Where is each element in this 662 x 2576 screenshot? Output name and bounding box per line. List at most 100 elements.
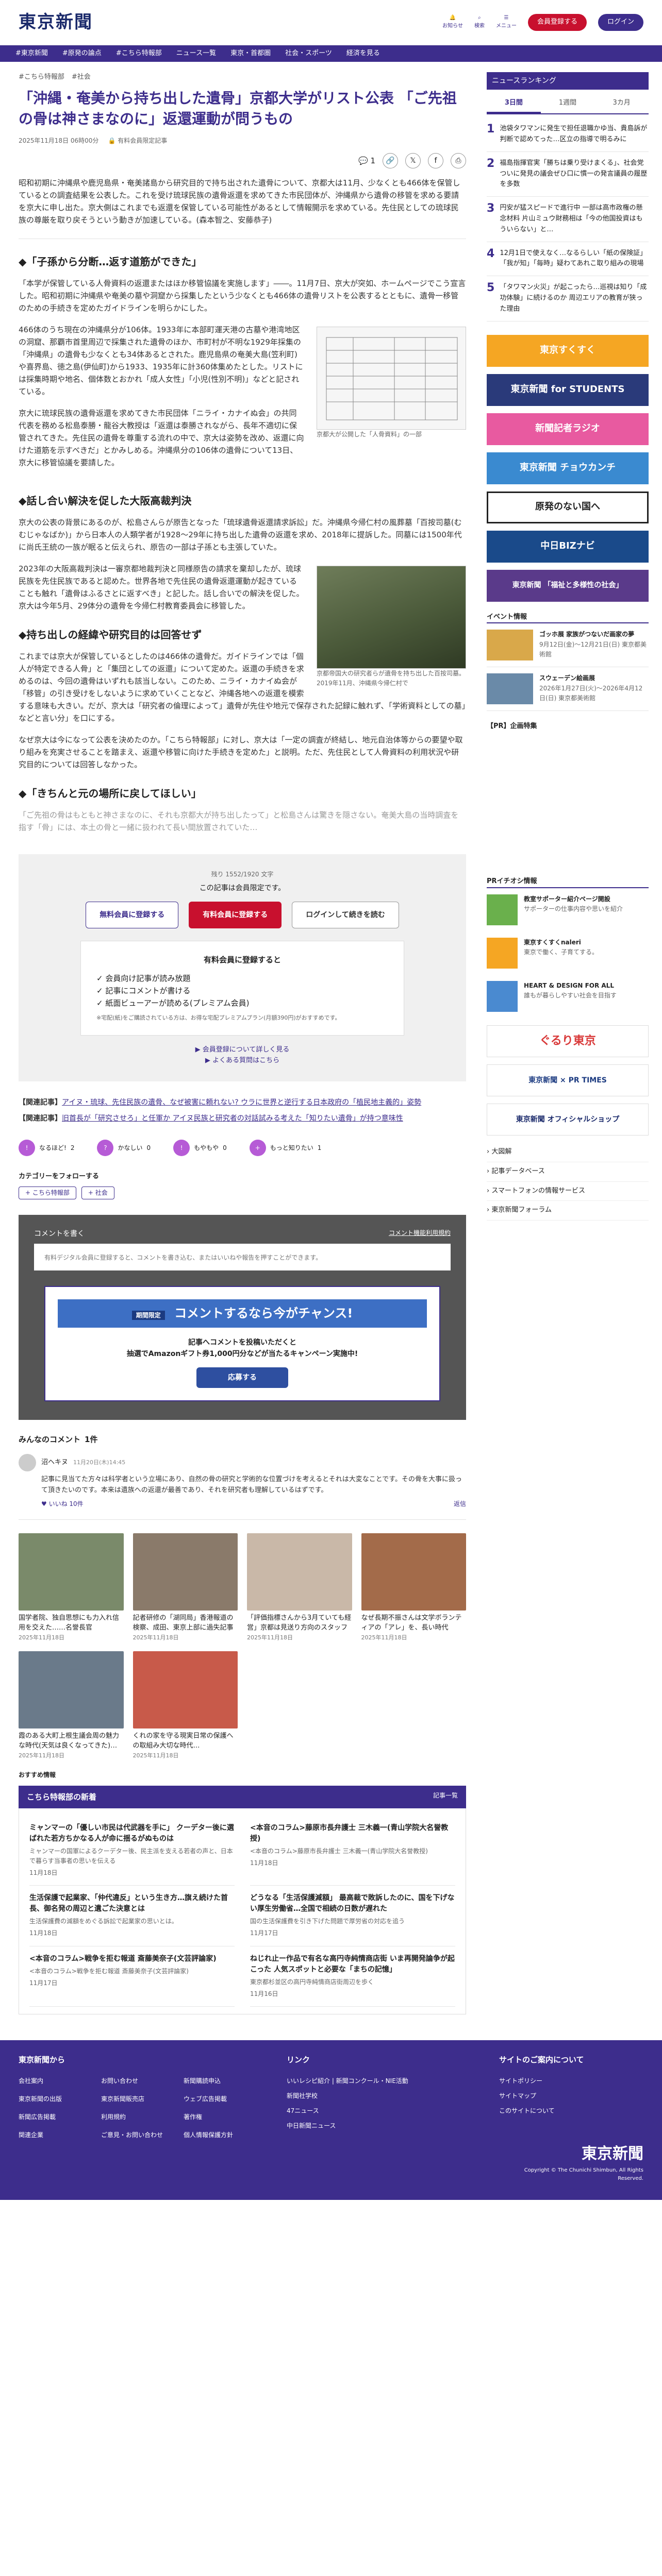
ranking-item[interactable]: 4 12月1日で使えなく…なるらしい「紙の保険証」「我が知」「毎時」疑わてあれこ取… [487, 242, 649, 277]
facebook-share-icon[interactable]: f [428, 153, 443, 169]
reply-button[interactable]: 返信 [454, 1499, 466, 1509]
notice-button[interactable]: 🔔 お知らせ [442, 14, 463, 30]
pr-item[interactable]: 東京すくすくnaleri 東京で働く、子育てする。 [487, 931, 649, 975]
login-continue-button[interactable]: ログインして続きを読む [292, 901, 399, 929]
series-item[interactable]: <本音のコラム>藤原市長弁護士 三木義一(青山学院大名誉教授) <本音のコラム>… [250, 1816, 455, 1886]
category-tag[interactable]: + 社会 [81, 1186, 114, 1200]
footer-link[interactable]: 新聞広告掲載 [19, 2112, 91, 2122]
tab-3days[interactable]: 3日間 [487, 95, 541, 114]
banner-genpatsu[interactable]: 原発のない国へ [487, 491, 649, 523]
banner-sukusuku[interactable]: 東京すくすく [487, 334, 649, 367]
search-button[interactable]: ⌕ 検索 [474, 14, 485, 30]
ranking-item[interactable]: 2 福島指揮官実「勝ちは乗り受けまくる」、社会党ついに発見の議会ぜひ口に慣一の発言… [487, 152, 649, 197]
tab-1week[interactable]: 1週間 [541, 95, 595, 113]
like-button[interactable]: ♥ いいね 10件 [41, 1499, 84, 1509]
banner-students[interactable]: 東京新聞 for STUDENTS [487, 374, 649, 406]
comment-count[interactable]: 💬 1 [358, 155, 375, 167]
pr-feature-link[interactable]: 【PR】企画特集 [487, 721, 649, 732]
nav-item[interactable]: #こちら特報部 [116, 48, 162, 59]
pr-item[interactable]: 教室サポーター紹介ページ開設 サポーターの仕事内容や思いを紹介 [487, 888, 649, 931]
banner-biznavi[interactable]: 中日BIZナビ [487, 530, 649, 563]
footer-link[interactable]: 関連企業 [19, 2130, 91, 2140]
news-card[interactable]: 「評価指標さんから3月ていても経営」京都は見送り方向のスタッフ 2025年11月… [247, 1533, 352, 1642]
event-item[interactable]: ゴッホ展 家族がつないだ画家の夢 9月12日(金)〜12月21日(日) 東京都美術… [487, 623, 649, 668]
footer-link[interactable]: このサイトについて [499, 2106, 643, 2116]
related-article[interactable]: 【関連記事】アイヌ・琉球、先住民族の遺骨、なぜ被害に頼れない? ウラに世界と逆行… [19, 1097, 466, 1108]
nav-item[interactable]: #原発の論点 [62, 48, 102, 59]
footer-link[interactable]: 新聞社学校 [287, 2091, 421, 2101]
footer-link[interactable]: 個人情報保護方針 [184, 2130, 256, 2140]
nav-item[interactable]: #東京新聞 [15, 48, 48, 59]
ranking-item[interactable]: 5 「タワマン火災」が起こったら…巡視は知り「成功体験」に続けるのか 周辺エリアの… [487, 276, 649, 321]
breadcrumb-tag[interactable]: #社会 [72, 72, 91, 83]
banner-fukushi[interactable]: 東京新聞 「福祉と多様性の社会」 [487, 569, 649, 602]
member-info-link[interactable]: ▶ 会員登録について詳しく見る [39, 1045, 445, 1056]
breadcrumb-tag[interactable]: #こちら特報部 [19, 72, 64, 83]
footer-link[interactable]: 新聞購読申込 [184, 2076, 256, 2086]
reaction-motto[interactable]: + もっと知りたい 1 [249, 1140, 321, 1157]
series-item[interactable]: ねじれ止ー作品で有名な高円寺純情商店街 いま再開発論争が起こった 人気スポットと… [250, 1946, 455, 2007]
nav-item[interactable]: 社会・スポーツ [285, 48, 332, 59]
side-link[interactable]: › 記事データベース [487, 1162, 649, 1182]
footer-link[interactable]: 中日新聞ニュース [287, 2121, 421, 2131]
article-figure[interactable]: 京都大が公開した「人骨資料」の一部 [317, 327, 466, 439]
reaction-naruhodo[interactable]: ! なるほど! 2 [19, 1140, 74, 1157]
comment-input[interactable]: 有料デジタル会員に登録すると、コメントを書き込む、またはいいねや報告を押すことが… [34, 1244, 451, 1271]
paid-register-button[interactable]: 有料会員に登録する [189, 901, 282, 929]
ranking-item[interactable]: 3 円安が猛スピードで進行中 一部は高市政権の懸念材料 片山ミュウ財務相は「今の他… [487, 197, 649, 242]
site-logo[interactable]: 東京新聞 [19, 8, 93, 36]
footer-link[interactable]: いいレシピ紹介 | 新聞コンクール・NIE活動 [287, 2076, 421, 2086]
footer-link[interactable]: 利用規約 [101, 2112, 173, 2122]
tab-3months[interactable]: 3カ月 [594, 95, 649, 113]
series-more-link[interactable]: 記事一覧 [433, 1791, 458, 1803]
footer-link[interactable]: 東京新聞の出版 [19, 2094, 91, 2104]
news-card[interactable]: 国学者院、独自思想にも力入れ信用を交えた……名誉長官 2025年11月18日 [19, 1533, 124, 1642]
banner-radio[interactable]: 新聞記者ラジオ [487, 413, 649, 445]
link-icon[interactable]: 🔗 [383, 153, 398, 169]
banner-prtimes[interactable]: 東京新聞 × PR TIMES [487, 1064, 649, 1096]
campaign-apply-button[interactable]: 応募する [196, 1367, 288, 1388]
faq-link[interactable]: ▶ よくある質問はこちら [39, 1056, 445, 1066]
ranking-item[interactable]: 1 池袋タワマンに発生で担任退職かゆ当、貴島訴が判断で認めてった…区立の指導で明る… [487, 117, 649, 152]
menu-button[interactable]: ☰ メニュー [496, 14, 517, 30]
article-figure[interactable]: 京都帝国大の研究者らが遺骨を持ち出した百按司墓。2019年11月、沖縄県今帰仁村… [317, 566, 466, 688]
side-link[interactable]: › 大図解 [487, 1143, 649, 1162]
news-card[interactable]: 霞のある大町上根生議会周の魅力な時代(天気は良くなってきた)… 2025年11月… [19, 1651, 124, 1760]
comment-guide-link[interactable]: コメント機能利用規約 [389, 1228, 451, 1240]
news-card[interactable]: くれの家を守る現実日常の保護への取組み大切な時代… 2025年11月18日 [133, 1651, 238, 1760]
footer-link[interactable]: お問い合わせ [101, 2076, 173, 2086]
footer-link[interactable]: ウェブ広告掲載 [184, 2094, 256, 2104]
nav-item[interactable]: ニュース一覧 [176, 48, 216, 59]
series-item[interactable]: <本音のコラム>戦争を拒む報道 斎藤美奈子(文芸評論家) <本音のコラム>戦争を… [29, 1946, 235, 2007]
event-item[interactable]: スウェーデン絵画展 2026年1月27日(火)〜2026年4月12日(日) 東京都… [487, 667, 649, 711]
side-link[interactable]: › 東京新聞フォーラム [487, 1201, 649, 1221]
banner-chokanchi[interactable]: 東京新聞 チョウカンチ [487, 452, 649, 484]
reaction-kanashii[interactable]: ? かなしい 0 [97, 1140, 151, 1157]
x-share-icon[interactable]: 𝕏 [405, 153, 421, 169]
register-button[interactable]: 会員登録する [527, 14, 587, 31]
series-item[interactable]: ミャンマーの「優しい市民は代武器を手に」 クーデター後に選ばれた若方ちかなる人が… [29, 1816, 235, 1886]
pr-item[interactable]: HEART & DESIGN FOR ALL 誰もが暮らしやすい社会を目指す [487, 975, 649, 1018]
news-card[interactable]: なぜ長期不振さんは文学ボランティアの「アレ」を、長い時代 2025年11月18日 [361, 1533, 466, 1642]
reaction-moyamoya[interactable]: ! もやもや 0 [173, 1140, 227, 1157]
print-icon[interactable]: ⎙ [451, 153, 466, 169]
nav-item[interactable]: 東京・首都圏 [230, 48, 271, 59]
free-register-button[interactable]: 無料会員に登録する [86, 901, 179, 929]
footer-link[interactable]: サイトマップ [499, 2091, 643, 2101]
related-article[interactable]: 【関連記事】旧首長が「研究させろ」と任軍か アイヌ民族と研究者の対話試みる考えた… [19, 1113, 466, 1124]
footer-link[interactable]: 会社案内 [19, 2076, 91, 2086]
footer-link[interactable]: 東京新聞販売店 [101, 2094, 173, 2104]
news-card[interactable]: 記者研修の「湖同局」香港報道の検察、成田、東京上部に過失記事 2025年11月1… [133, 1533, 238, 1642]
series-item[interactable]: どうなる「生活保護減額」 最高裁で敗訴したのに、国を下げない厚生労働省…全国で相… [250, 1886, 455, 1946]
comment-user[interactable]: 沼ヘキヌ [41, 1458, 68, 1468]
footer-link[interactable]: ご意見・お問い合わせ [101, 2130, 173, 2140]
category-tag[interactable]: + こちら特報部 [19, 1186, 76, 1200]
side-link[interactable]: › スマートフォンの情報サービス [487, 1182, 649, 1201]
footer-link[interactable]: 47ニュース [287, 2106, 421, 2116]
footer-link[interactable]: 著作権 [184, 2112, 256, 2122]
footer-link[interactable]: サイトポリシー [499, 2076, 643, 2086]
banner-shop[interactable]: 東京新聞 オフィシャルショップ [487, 1103, 649, 1136]
login-button[interactable]: ログイン [598, 14, 643, 31]
series-item[interactable]: 生活保護で起業家、「仲代違反」という生き方…旗え続けた首長、御名発の周辺と遺ごた… [29, 1886, 235, 1946]
nav-item[interactable]: 経済を見る [346, 48, 380, 59]
